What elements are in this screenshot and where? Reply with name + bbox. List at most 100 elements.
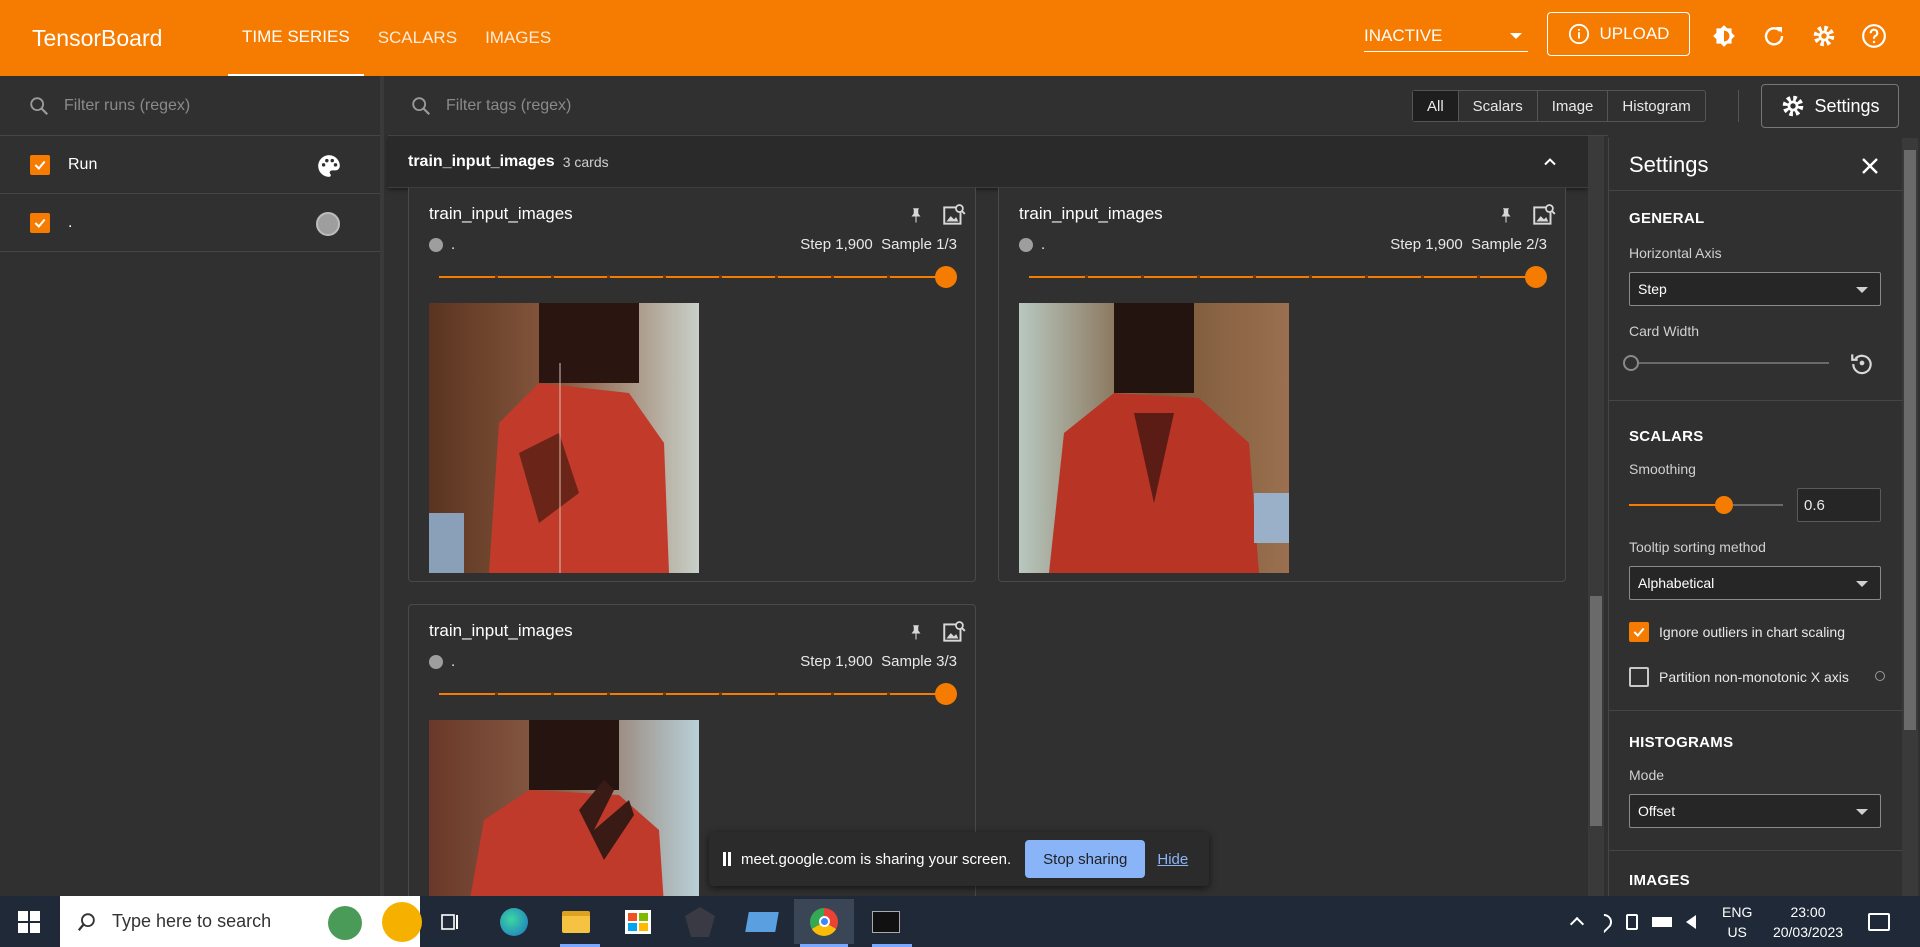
palette-icon[interactable] [316,153,342,179]
hide-link[interactable]: Hide [1157,851,1188,868]
windows-start-icon[interactable] [18,911,40,933]
run-checkbox[interactable] [30,212,50,233]
wifi-icon[interactable] [1592,910,1616,933]
smoothing-slider-fill [1629,504,1723,506]
reset-icon[interactable] [1849,350,1875,376]
microsoft-store-icon[interactable] [620,904,656,940]
run-color-dot [429,655,443,669]
horizontal-axis-select[interactable]: Step [1629,272,1881,306]
run-row[interactable]: . [0,194,380,252]
card-run-name: . [451,236,456,253]
info-icon [1568,23,1589,45]
tag-filter[interactable]: Filter tags (regex) All Scalars Image Hi… [388,76,1739,136]
slider-tick [551,275,554,278]
chevron-up-icon[interactable] [1569,916,1585,931]
phone-link-icon[interactable] [1626,913,1638,930]
horizontal-axis-value: Step [1638,281,1667,297]
divider [1609,710,1903,711]
settings-scrollbar-thumb[interactable] [1904,150,1916,730]
clock[interactable]: 23:00 20/03/2023 [1766,896,1850,947]
brand-title[interactable]: TensorBoard [32,25,228,52]
share-message: meet.google.com is sharing your screen. [741,850,1012,868]
slider-tick [1477,275,1480,278]
card-title: train_input_images [429,621,573,640]
clock-time: 23:00 [1790,903,1826,920]
reload-status-select[interactable]: INACTIVE [1364,20,1528,52]
stop-sharing-button[interactable]: Stop sharing [1025,840,1146,878]
terminal-icon[interactable] [868,904,904,940]
histogram-mode-label: Mode [1629,767,1665,783]
sample-image [429,720,699,905]
histogram-mode-select[interactable]: Offset [1629,794,1881,828]
chevron-down-icon [1856,581,1868,587]
image-settings-icon[interactable] [1531,202,1557,228]
settings-toggle-button[interactable]: Settings [1761,84,1899,128]
volume-icon[interactable] [1686,914,1696,929]
run-color-dot-icon[interactable] [316,212,340,236]
select-all-runs-checkbox[interactable] [30,154,50,175]
smoothing-slider[interactable] [1629,504,1783,506]
gear-icon [1783,95,1804,117]
info-icon[interactable] [1875,671,1885,681]
main-scrollbar-thumb[interactable] [1590,596,1602,826]
run-row-header[interactable]: Run [0,136,380,194]
run-filter-input[interactable]: Filter runs (regex) [64,97,190,115]
settings-scrollbar[interactable] [1902,138,1918,896]
chip-image[interactable]: Image [1538,91,1609,121]
smoothing-value: 0.6 [1804,496,1825,514]
slider-tick [1141,275,1144,278]
pin-icon[interactable] [903,619,929,645]
step-slider-thumb[interactable] [1525,266,1547,288]
step-slider-thumb[interactable] [935,683,957,705]
tab-scalars[interactable]: SCALARS [364,0,471,76]
refresh-icon[interactable] [1760,22,1788,50]
step-slider-thumb[interactable] [935,266,957,288]
chip-scalars[interactable]: Scalars [1459,91,1538,121]
close-icon[interactable] [1858,154,1882,178]
main-scrollbar[interactable] [1588,136,1604,896]
file-explorer-icon[interactable] [558,904,594,940]
upload-button[interactable]: UPLOAD [1547,12,1690,56]
notifications-icon[interactable] [1868,896,1890,947]
chip-all[interactable]: All [1413,91,1459,121]
card-width-slider-thumb[interactable] [1623,355,1639,371]
slider-tick [607,692,610,695]
slider-tick [831,692,834,695]
theme-toggle-icon[interactable] [1710,22,1738,50]
help-icon[interactable] [1860,22,1888,50]
tab-time-series[interactable]: TIME SERIES [228,0,364,76]
image-settings-icon[interactable] [941,619,967,645]
card-group-header[interactable]: train_input_images 3 cards [388,136,1588,188]
task-view-icon[interactable] [432,904,468,940]
image-settings-icon[interactable] [941,202,967,228]
pin-icon[interactable] [903,202,929,228]
step-slider-track[interactable] [439,276,945,278]
chrome-icon[interactable] [794,899,854,944]
tooltip-sorting-select[interactable]: Alphabetical [1629,566,1881,600]
step-slider-track[interactable] [1029,276,1535,278]
card-width-slider[interactable] [1629,362,1829,364]
battery-icon[interactable] [1652,916,1672,927]
tab-images[interactable]: IMAGES [471,0,565,76]
language-indicator[interactable]: ENG US [1722,896,1752,947]
desktop-app-icon[interactable] [744,904,780,940]
gear-icon[interactable] [1810,22,1838,50]
step-slider-track[interactable] [439,693,945,695]
smoothing-slider-thumb[interactable] [1715,496,1733,514]
pin-icon[interactable] [1493,202,1519,228]
edge-browser-icon[interactable] [496,904,532,940]
chip-histogram[interactable]: Histogram [1608,91,1704,121]
pause-icon [723,852,731,866]
taskbar-search[interactable]: Type here to search [60,896,422,947]
divider [1609,400,1903,401]
tag-filter-input[interactable]: Filter tags (regex) [446,97,571,115]
chevron-up-icon[interactable] [1540,152,1560,172]
ignore-outliers-checkbox[interactable] [1629,622,1649,642]
weather-widget-icon[interactable] [328,902,422,942]
smoothing-input[interactable]: 0.6 [1797,488,1881,522]
partition-checkbox[interactable] [1629,667,1649,687]
predator-sense-icon[interactable] [682,904,718,940]
run-filter[interactable]: Filter runs (regex) [0,76,380,136]
plugin-type-filter: All Scalars Image Histogram [1412,90,1706,122]
card-run-name: . [451,653,456,670]
